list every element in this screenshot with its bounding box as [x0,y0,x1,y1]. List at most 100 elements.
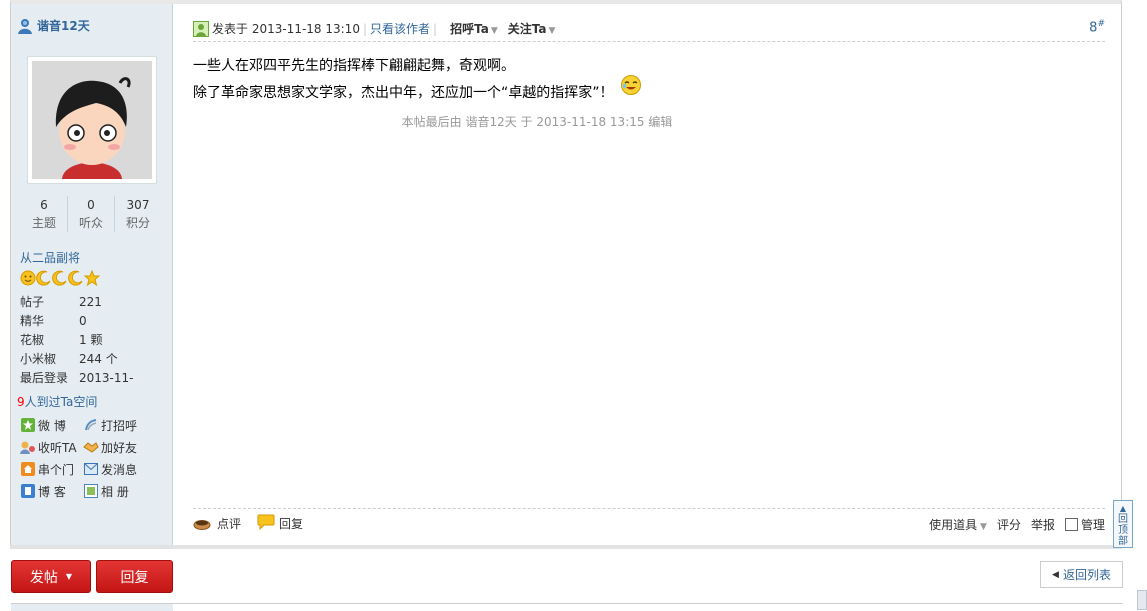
listen-icon [20,440,36,454]
follow-ta-menu[interactable]: 关注Ta ▼ [508,20,556,37]
chevron-down-icon: ▼ [490,26,498,36]
greet-button[interactable]: 打招呼 [83,417,149,433]
listen-button[interactable]: 收听TA [20,439,83,455]
send-message-label: 发消息 [101,462,138,477]
weibo-button[interactable]: 微 博 [20,417,83,433]
blog-button[interactable]: 博 客 [20,483,83,499]
profile-key: 最后登录 [20,371,69,385]
chevron-down-icon: ▼ [977,521,987,532]
profile-row-last-login: 最后登录 2013-11- [20,369,160,388]
home-icon [20,462,36,476]
profile-key: 花椒 [20,333,45,347]
album-label: 相 册 [101,484,129,499]
visits-text: 人到过Ta空间 [24,395,98,409]
visit-space-button[interactable]: 串个门 [20,461,83,477]
profile-row-millet-pepper: 小米椒 244 个 [20,350,160,369]
post-divider [10,545,1122,549]
mail-icon [83,462,99,476]
stat-followers[interactable]: 0 听众 [68,196,115,232]
sun-icon [20,270,36,286]
comment-button[interactable]: 点评 [193,514,241,533]
floor-number-sign: # [1097,19,1105,29]
stat-threads[interactable]: 6 主题 [21,196,68,232]
use-tools-label: 使用道具 [929,517,978,532]
star-icon [83,269,101,287]
greet-ta-label: 招呼Ta [450,22,489,36]
profile-value: 221 [79,295,102,309]
follow-ta-label: 关注Ta [507,22,547,36]
back-to-top-button[interactable]: ▲ 回顶部 [1113,500,1133,548]
profile-value: 2013-11- [79,371,134,385]
post-content: 一些人在邓四平先生的指挥棒下翩翩起舞，奇观啊。 除了革命家思想家文学家，杰出中年… [193,54,1093,108]
manage-label: 管理 [1080,517,1105,532]
stat-points-value: 307 [126,198,150,212]
chevron-down-icon: ▼ [548,26,556,36]
back-to-top-label: 回顶部 [1118,514,1128,547]
handshake-icon [83,440,99,454]
reply-bottom-button[interactable]: 回复 [96,560,173,593]
weibo-label: 微 博 [38,418,66,433]
avatar-image [32,61,152,179]
profile-value: 0 [79,314,87,328]
visits-count: 9 [17,395,25,409]
use-tools-menu[interactable]: 使用道具 ▼ [929,516,987,533]
profile-value: 1 颗 [79,333,103,347]
profile-key: 帖子 [20,295,45,309]
caret-left-icon: ◀ [1052,569,1059,580]
comment-label: 点评 [217,517,242,531]
author-profile: 帖子 221 精华 0 花椒 1 颗 小米椒 244 个 最后登录 2013-1… [20,293,160,388]
author-name-text: 谐音12天 [37,19,90,33]
only-author-link[interactable]: 只看该作者 [370,20,430,37]
report-link[interactable]: 举报 [1031,516,1055,533]
stat-points[interactable]: 307 积分 [115,196,161,232]
laugh-emoji-icon [620,74,642,104]
checkbox-box[interactable] [1064,517,1078,531]
divider: | [362,21,367,36]
listen-label: 收听TA [38,440,77,455]
new-post-button[interactable]: 发帖 ▼ [11,560,91,593]
stat-points-label: 积分 [125,216,150,230]
weibo-icon [20,418,36,432]
rate-link[interactable]: 评分 [997,516,1021,533]
visit-space-label: 串个门 [38,462,75,477]
scrollbar-thumb[interactable] [1137,590,1147,610]
floor-number[interactable]: 8# [1089,19,1105,35]
album-button[interactable]: 相 册 [83,483,149,499]
stat-followers-value: 0 [87,198,95,212]
profile-key: 小米椒 [20,352,57,366]
author-rank[interactable]: 从二品副将 [20,249,80,266]
author-name-link[interactable]: 谐音12天 [17,17,90,34]
avatar[interactable] [27,56,157,184]
manage-checkbox[interactable]: 管理 [1064,516,1105,533]
post-footer-actions: 使用道具 ▼ 评分 举报 管理 [929,509,1105,539]
chevron-down-icon: ▼ [65,572,73,581]
add-friend-button[interactable]: 加好友 [83,439,149,455]
online-status-icon [193,20,209,37]
user-online-icon [18,18,32,34]
post-date: 发表于 2013-11-18 13:10 [212,22,360,36]
back-to-list-button[interactable]: ◀ 返回列表 [1040,561,1123,588]
post-footer: 点评 回复 使用道具 ▼ 评分 举报 管理 [193,508,1105,538]
author-stats: 6 主题 0 听众 307 积分 [21,196,161,232]
reply-label: 回复 [279,517,304,531]
arrow-up-icon: ▲ [1119,504,1127,513]
add-friend-label: 加好友 [101,440,138,455]
stat-threads-label: 主题 [31,216,56,230]
album-icon [83,484,99,498]
post-header: 发表于 2013-11-18 13:10 | 只看该作者 | 招呼Ta ▼ 关注T… [193,16,1105,42]
space-visits-link[interactable]: 9人到过Ta空间 [17,393,97,410]
profile-row-posts: 帖子 221 [20,293,160,312]
moon-icon [36,270,52,286]
profile-row-pepper: 花椒 1 颗 [20,331,160,350]
edit-note: 本帖最后由 谐音12天 于 2013-11-18 13:15 编辑 [401,115,673,129]
send-message-button[interactable]: 发消息 [83,461,149,477]
moon-icon [52,270,68,286]
post-line: 一些人在邓四平先生的指挥棒下翩翩起舞，奇观啊。 [193,58,515,74]
moon-icon [68,270,84,286]
stat-threads-value: 6 [40,198,48,212]
reply-button[interactable]: 回复 [257,514,303,533]
divider: | [433,21,438,36]
greet-ta-menu[interactable]: 招呼Ta ▼ [450,20,498,37]
speech-bubble-icon [257,514,275,533]
greet-label: 打招呼 [101,418,138,433]
